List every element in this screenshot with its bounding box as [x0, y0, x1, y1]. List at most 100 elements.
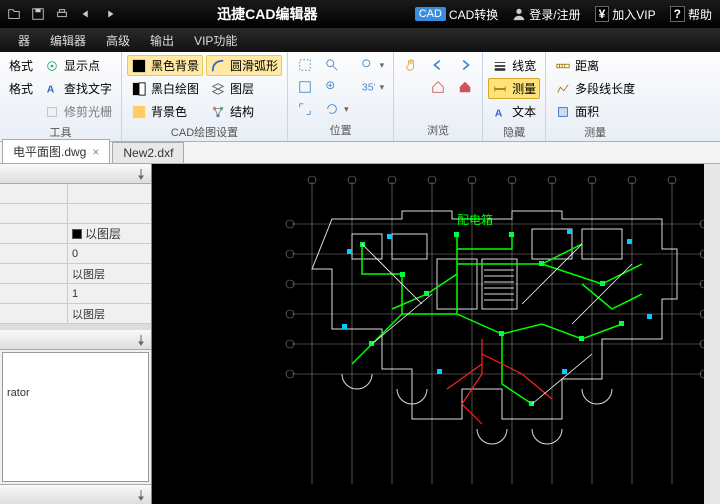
- document-tabs: 电平面图.dwg× New2.dxf: [0, 142, 720, 164]
- distance-icon: [555, 58, 571, 74]
- pin-icon[interactable]: [135, 168, 147, 180]
- find-text-button[interactable]: A查找文字: [40, 78, 116, 99]
- smooth-arc-button[interactable]: 圆滑弧形: [206, 55, 282, 76]
- ribbon-group-label: 隐藏: [488, 122, 540, 140]
- home2-button[interactable]: [453, 77, 477, 97]
- pin-icon[interactable]: [135, 334, 147, 346]
- pos-btn-4[interactable]: [320, 55, 353, 75]
- ribbon-group-label: 测量: [551, 122, 639, 140]
- bg-color-button[interactable]: 背景色: [127, 101, 203, 122]
- ribbon-group-measure: 距离 多段线长度 面积 测量: [546, 52, 644, 141]
- svg-text:35°: 35°: [361, 82, 374, 94]
- grid-row[interactable]: [0, 204, 151, 224]
- pos-btn-5[interactable]: [320, 77, 353, 97]
- polyline-length-button[interactable]: 多段线长度: [551, 78, 639, 99]
- menu-item-editor[interactable]: 编辑器: [40, 29, 96, 52]
- layer-button[interactable]: 图层: [206, 78, 282, 99]
- panel-header: [0, 164, 151, 184]
- text-button[interactable]: A文本: [488, 101, 540, 122]
- grid-row[interactable]: 以图层: [0, 224, 151, 244]
- bw-draw-button[interactable]: 黑白绘图: [127, 78, 203, 99]
- menu-item-0[interactable]: 器: [8, 29, 40, 52]
- zoom-icon: [324, 57, 340, 73]
- pos-btn-1[interactable]: [293, 55, 317, 75]
- grid-row[interactable]: 以图层: [0, 264, 151, 284]
- find-icon: A: [44, 81, 60, 97]
- back-arrow-icon: [430, 57, 446, 73]
- scale-icon: 35°: [360, 79, 376, 95]
- struct-icon: [210, 104, 226, 120]
- vip-button[interactable]: ¥加入VIP: [591, 4, 660, 25]
- grid-row[interactable]: [0, 184, 151, 204]
- zoom-dropdown-icon: [360, 57, 376, 73]
- login-button[interactable]: 登录/注册: [508, 4, 584, 25]
- zoom-window-icon: [297, 79, 313, 95]
- back-button[interactable]: [426, 55, 450, 75]
- menu-item-advanced[interactable]: 高级: [96, 29, 140, 52]
- grid-row[interactable]: 0: [0, 244, 151, 264]
- hand-icon: [403, 57, 419, 73]
- forward-button[interactable]: [453, 55, 477, 75]
- area-button[interactable]: 面积: [551, 101, 639, 122]
- properties-panel: 以图层 0 以图层 1 以图层 rator: [0, 164, 152, 504]
- workspace: 以图层 0 以图层 1 以图层 rator: [0, 164, 720, 504]
- zoom-in-icon: [324, 79, 340, 95]
- panel-footer: [0, 484, 151, 504]
- grid-row[interactable]: 1: [0, 284, 151, 304]
- user-icon: [512, 7, 526, 21]
- save-icon[interactable]: [28, 4, 48, 24]
- forward-arrow-icon: [457, 57, 473, 73]
- struct-button[interactable]: 结构: [206, 101, 282, 122]
- measure-icon: [492, 81, 508, 97]
- drawing-canvas[interactable]: 配电箱: [152, 164, 720, 504]
- title-bar: 迅捷CAD编辑器 CADCAD转换 登录/注册 ¥加入VIP ?帮助: [0, 0, 720, 28]
- color-swatch: [72, 229, 82, 239]
- measure-button[interactable]: 测量: [488, 78, 540, 99]
- format-button-1[interactable]: 格式: [5, 55, 37, 76]
- layer-icon: [210, 81, 226, 97]
- ribbon-group-label: 位置: [293, 120, 388, 138]
- svg-text:配电箱: 配电箱: [457, 212, 493, 227]
- pin-icon[interactable]: [135, 489, 147, 501]
- grid-row[interactable]: 以图层: [0, 304, 151, 324]
- show-point-button[interactable]: 显示点: [40, 55, 116, 76]
- tab-active[interactable]: 电平面图.dwg×: [2, 139, 110, 163]
- ribbon-group-label: CAD绘图设置: [127, 122, 282, 140]
- lineweight-icon: [492, 58, 508, 74]
- home-icon: [430, 79, 446, 95]
- cad-convert-button[interactable]: CADCAD转换: [411, 4, 503, 25]
- pos-btn-7[interactable]: ▾: [356, 55, 389, 75]
- undo-icon[interactable]: [76, 4, 96, 24]
- pos-btn-8[interactable]: 35°▾: [356, 77, 389, 97]
- pos-btn-6[interactable]: ▾: [320, 99, 353, 119]
- print-icon[interactable]: [52, 4, 72, 24]
- text-icon: A: [492, 104, 508, 120]
- zoom-extents-icon: [297, 101, 313, 117]
- selection-icon: [297, 57, 313, 73]
- crop-raster-button[interactable]: 修剪光栅: [40, 101, 116, 122]
- pan-button[interactable]: [399, 55, 423, 75]
- redo-icon[interactable]: [100, 4, 120, 24]
- panel-text: rator: [7, 387, 144, 399]
- distance-button[interactable]: 距离: [551, 55, 639, 76]
- pos-btn-3[interactable]: [293, 99, 317, 119]
- ribbon-group-tools: 格式 格式 显示点 A查找文字 修剪光栅 工具: [0, 52, 122, 141]
- crop-icon: [44, 104, 60, 120]
- svg-text:A: A: [495, 107, 503, 119]
- black-bg-button[interactable]: 黑色背景: [127, 55, 203, 76]
- format-button-2[interactable]: 格式: [5, 78, 37, 99]
- floorplan-drawing: 配电箱: [282, 174, 712, 494]
- point-icon: [44, 58, 60, 74]
- tab-inactive[interactable]: New2.dxf: [112, 142, 184, 163]
- help-button[interactable]: ?帮助: [666, 4, 716, 25]
- rotate-icon: [324, 101, 340, 117]
- menu-item-vip[interactable]: VIP功能: [184, 29, 247, 52]
- home-button[interactable]: [426, 77, 450, 97]
- pos-btn-2[interactable]: [293, 77, 317, 97]
- close-tab-icon[interactable]: ×: [92, 145, 99, 159]
- menu-item-output[interactable]: 输出: [140, 29, 184, 52]
- vertical-scrollbar[interactable]: [704, 164, 720, 504]
- app-title: 迅捷CAD编辑器: [124, 4, 411, 24]
- open-icon[interactable]: [4, 4, 24, 24]
- lineweight-button[interactable]: 线宽: [488, 55, 540, 76]
